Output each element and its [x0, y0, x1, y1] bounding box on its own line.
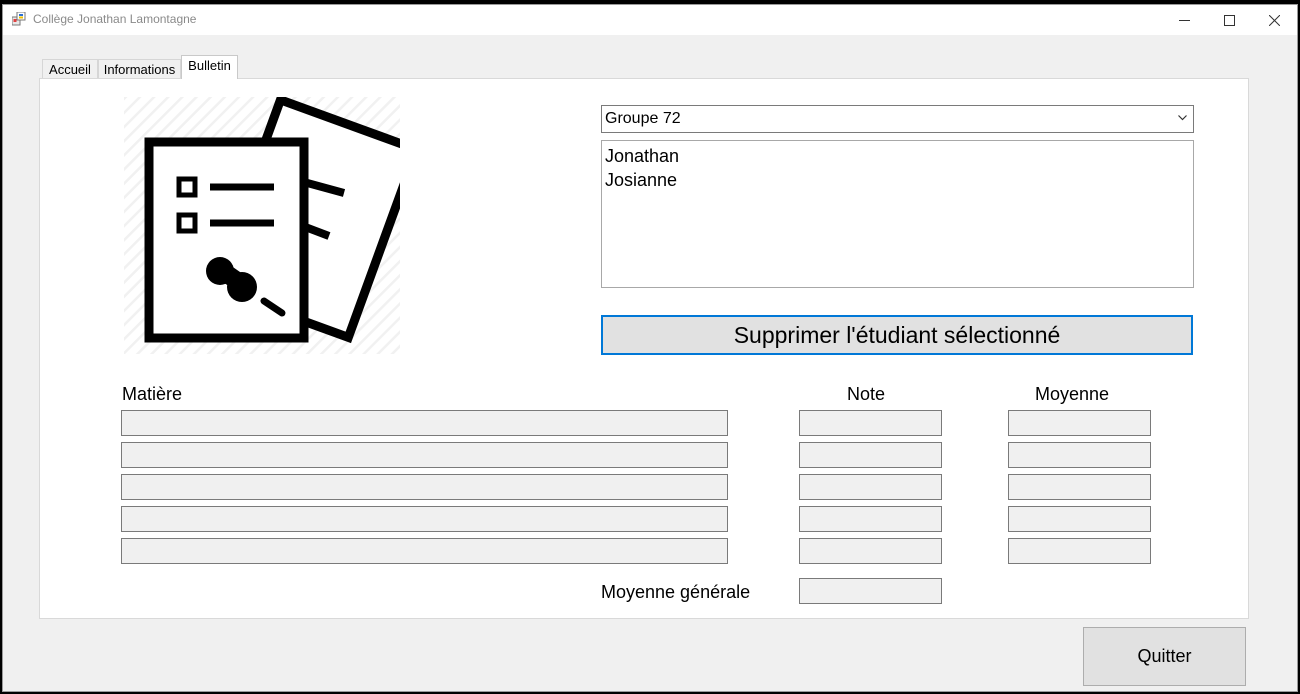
minimize-icon: [1178, 19, 1190, 21]
note-field-4[interactable]: [799, 506, 942, 532]
subject-field-4[interactable]: [121, 506, 728, 532]
average-column-header: Moyenne: [1035, 384, 1110, 404]
note-field-2[interactable]: [799, 442, 942, 468]
subject-field-5[interactable]: [121, 538, 728, 564]
note-field-1[interactable]: [799, 410, 942, 436]
maximize-button[interactable]: [1206, 5, 1252, 35]
overall-average-label: Moyenne générale: [601, 582, 751, 602]
close-icon: [1268, 14, 1280, 26]
app-window: Collège Jonathan Lamontagne Accueil Info…: [2, 4, 1298, 692]
report-card-documents-icon: [124, 97, 400, 354]
close-button[interactable]: [1251, 5, 1297, 35]
maximize-icon: [1223, 14, 1235, 26]
student-item-jonathan[interactable]: Jonathan: [605, 144, 1193, 168]
subject-field-2[interactable]: [121, 442, 728, 468]
tab-informations[interactable]: Informations: [98, 59, 181, 79]
subject-column-header: Matière: [122, 384, 183, 404]
delete-student-button[interactable]: Supprimer l'étudiant sélectionné: [601, 315, 1193, 355]
window-title: Collège Jonathan Lamontagne: [33, 12, 197, 26]
title-bar: Collège Jonathan Lamontagne: [3, 5, 1297, 35]
note-field-3[interactable]: [799, 474, 942, 500]
average-field-5[interactable]: [1008, 538, 1151, 564]
average-field-1[interactable]: [1008, 410, 1151, 436]
overall-average-field[interactable]: [799, 578, 942, 604]
average-field-3[interactable]: [1008, 474, 1151, 500]
subject-field-3[interactable]: [121, 474, 728, 500]
average-field-4[interactable]: [1008, 506, 1151, 532]
student-item-josianne[interactable]: Josianne: [605, 168, 1193, 192]
note-field-5[interactable]: [799, 538, 942, 564]
student-list[interactable]: Jonathan Josianne: [601, 140, 1194, 288]
subject-field-1[interactable]: [121, 410, 728, 436]
group-select-value: Groupe 72: [605, 110, 681, 127]
note-column-header: Note: [847, 384, 886, 404]
group-select[interactable]: Groupe 72: [601, 105, 1194, 133]
average-field-2[interactable]: [1008, 442, 1151, 468]
app-icon: [12, 12, 26, 26]
minimize-button[interactable]: [1161, 5, 1207, 35]
tab-accueil[interactable]: Accueil: [42, 59, 98, 79]
tab-bulletin[interactable]: Bulletin: [181, 55, 238, 79]
chevron-down-icon: [1178, 115, 1187, 121]
quit-button[interactable]: Quitter: [1083, 627, 1246, 686]
bulletin-tab-panel: Groupe 72 Jonathan Josianne Supprimer l'…: [39, 78, 1249, 619]
